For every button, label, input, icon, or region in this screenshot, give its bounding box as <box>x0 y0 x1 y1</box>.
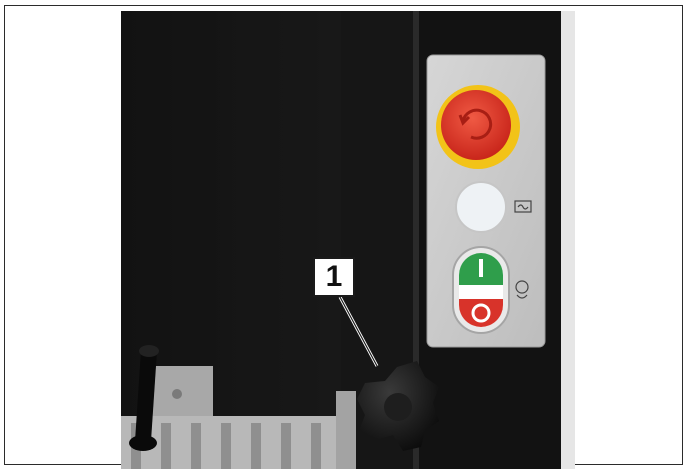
callout-label: 1 <box>313 257 355 297</box>
machine-photo <box>121 11 575 469</box>
start-stop-button <box>452 246 510 334</box>
control-panel <box>426 54 546 348</box>
power-indicator-lamp <box>455 181 507 233</box>
emergency-stop-button <box>436 85 520 169</box>
